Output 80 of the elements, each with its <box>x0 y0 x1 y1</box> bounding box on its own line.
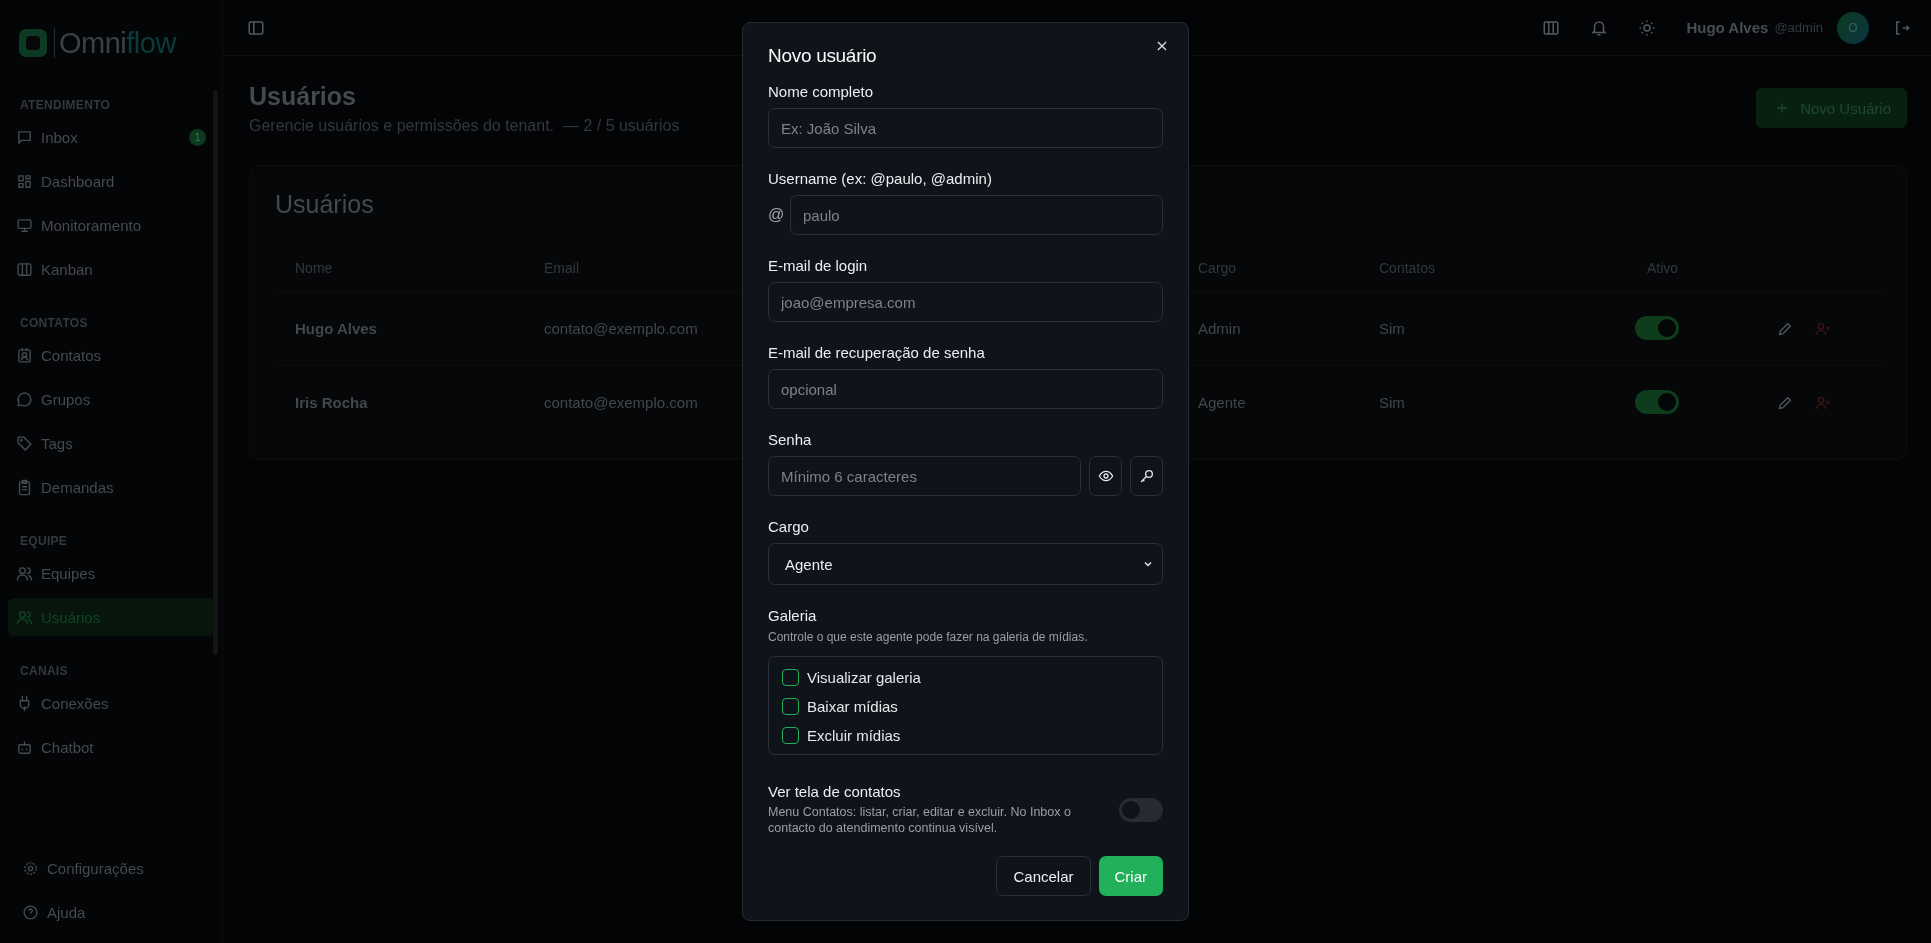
table-cell: Iris Rocha <box>295 394 368 411</box>
show-password-button[interactable] <box>1089 456 1122 496</box>
nav-item[interactable]: Configurações <box>14 849 214 887</box>
bubble-icon <box>16 390 33 408</box>
settings-icon <box>22 859 39 877</box>
table-cell: Admin <box>1198 320 1241 337</box>
page-title: Usuários <box>249 82 357 111</box>
contact-icon <box>16 346 33 364</box>
field-label: Senha <box>768 431 813 448</box>
input-field[interactable]: Ex: João Silva <box>768 108 1163 148</box>
nav-item[interactable]: Kanban <box>8 250 214 288</box>
nav-item[interactable]: Demandas <box>8 468 214 506</box>
sidebar-toggle-icon[interactable] <box>247 18 265 37</box>
section-title: Galeria <box>768 607 818 624</box>
count-badge: 1 <box>189 128 206 146</box>
dialog-title: Novo usuário <box>768 45 877 67</box>
nav-item[interactable]: Ajuda <box>14 893 214 931</box>
pencil-icon[interactable] <box>1777 394 1793 411</box>
nav-item[interactable]: Dashboard <box>8 162 214 200</box>
user-name: Hugo Alves <box>1686 19 1769 36</box>
checkbox-label: Excluir mídias <box>807 727 901 744</box>
notification-icon[interactable] <box>1590 18 1609 37</box>
nav-item[interactable]: Contatos <box>8 336 214 374</box>
table-cell: Agente <box>1198 394 1246 411</box>
close-icon[interactable] <box>1155 39 1169 53</box>
active-toggle[interactable] <box>1635 390 1679 414</box>
input-field[interactable]: paulo <box>790 195 1163 235</box>
setting-description: Menu Contatos: listar, criar, editar e excluir. No Inbox o contacto do atendimento continua visível. <box>768 804 1072 836</box>
input-field[interactable]: opcional <box>768 369 1163 409</box>
tag-icon <box>16 434 33 452</box>
logo-icon <box>18 28 48 58</box>
monitor-icon <box>16 216 33 234</box>
table-cell: contato@exemplo.com <box>544 320 698 337</box>
columns-icon <box>16 260 33 278</box>
eye-icon <box>1097 468 1114 484</box>
nav-item[interactable]: Tags <box>8 424 214 462</box>
nav-item[interactable]: Chatbot <box>8 728 214 766</box>
role-select[interactable]: Agente <box>768 543 1163 585</box>
checkbox-label: Baixar mídias <box>807 698 898 715</box>
nav-item[interactable]: Grupos <box>8 380 214 418</box>
create-button[interactable]: Criar <box>1098 856 1163 896</box>
input-field[interactable]: joao@empresa.com <box>768 282 1163 322</box>
clipboard-icon <box>16 478 33 496</box>
users-icon <box>16 608 33 626</box>
help-icon <box>22 903 39 921</box>
table-cell: contato@exemplo.com <box>544 394 698 411</box>
card-title: Usuários <box>275 190 374 219</box>
table-cell: Hugo Alves <box>295 320 377 337</box>
nav-item[interactable]: Inbox 1 <box>8 118 214 156</box>
nav-item[interactable]: Equipes <box>8 554 214 592</box>
checkbox[interactable] <box>782 727 799 744</box>
password-field[interactable]: Mínimo 6 caracteres <box>768 456 1081 496</box>
chat-icon <box>16 128 33 146</box>
table-cell: Sim <box>1379 394 1405 411</box>
active-toggle[interactable] <box>1635 316 1679 340</box>
table-cell: Sim <box>1379 320 1405 337</box>
grid-icon <box>16 172 33 190</box>
nav-item[interactable]: Monitoramento <box>8 206 214 244</box>
field-label: E-mail de recuperação de senha <box>768 344 986 361</box>
columns-icon[interactable] <box>1542 18 1561 37</box>
checkbox[interactable] <box>782 698 799 715</box>
field-label: Username (ex: @paulo, @admin) <box>768 170 993 187</box>
bot-icon <box>16 738 33 756</box>
at-prefix: @ <box>768 206 782 224</box>
checkbox[interactable] <box>782 669 799 686</box>
users-icon <box>16 564 33 582</box>
field-label: E-mail de login <box>768 257 869 274</box>
field-label: Cargo <box>768 518 810 535</box>
pencil-icon[interactable] <box>1777 320 1793 337</box>
toggle-switch[interactable] <box>1119 797 1163 822</box>
checkbox-label: Visualizar galeria <box>807 669 921 686</box>
field-label: Nome completo <box>768 83 875 100</box>
section-description: Controle o que este agente pode fazer na galeria de mídias. <box>768 630 1089 644</box>
generate-password-button[interactable] <box>1130 456 1163 496</box>
setting-title: Ver tela de contatos <box>768 783 902 800</box>
cancel-button[interactable]: Cancelar <box>996 856 1091 896</box>
sun-icon[interactable] <box>1638 18 1657 37</box>
logout-icon[interactable] <box>1893 18 1911 37</box>
nav-item[interactable]: Conexões <box>8 684 214 722</box>
key-icon <box>1138 468 1155 484</box>
